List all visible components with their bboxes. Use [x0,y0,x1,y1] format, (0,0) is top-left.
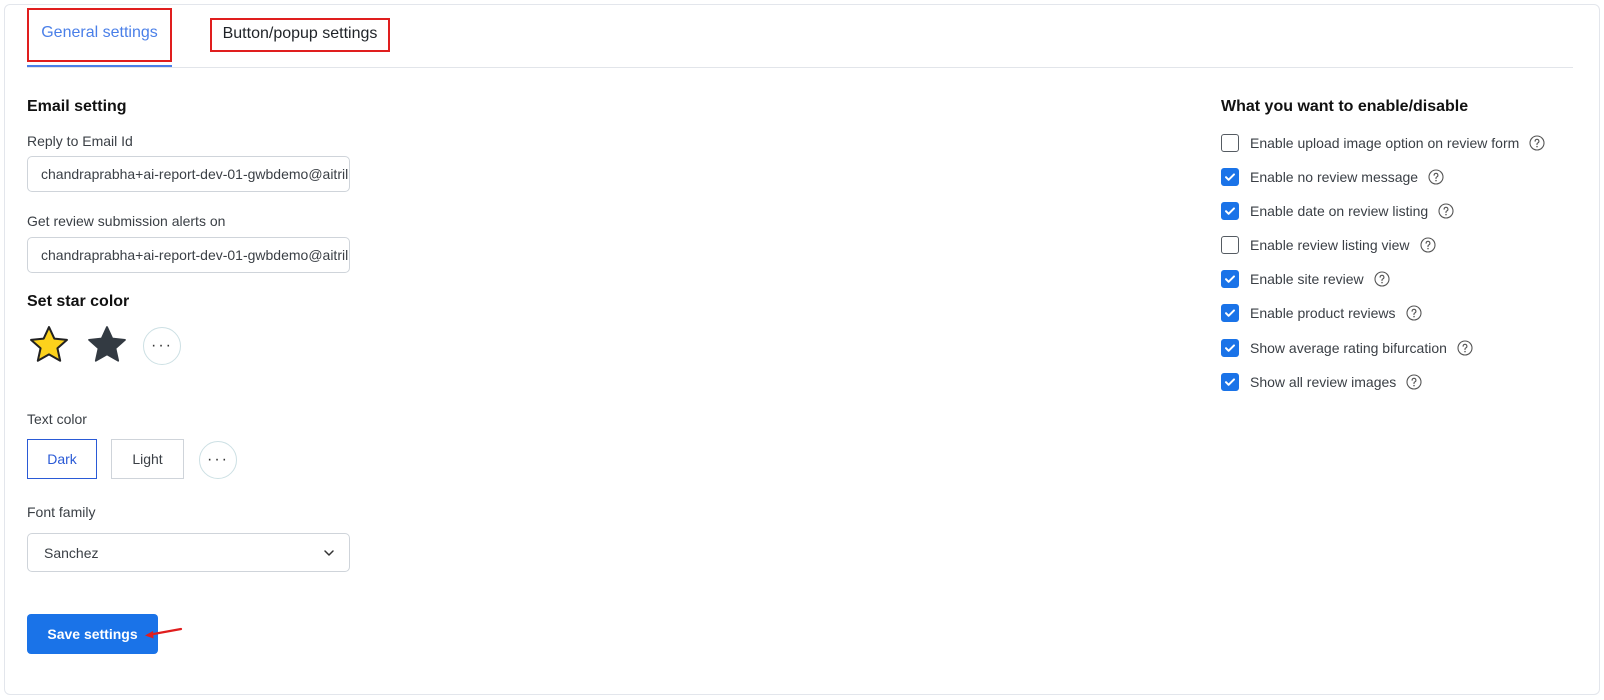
option-label: Enable no review message [1250,169,1419,185]
text-color-more-button[interactable]: ··· [199,441,237,479]
star-color-more-button[interactable]: ··· [143,327,181,365]
help-circle-icon[interactable] [1405,305,1422,321]
tab-general-settings-label: General settings [41,23,158,41]
option-row[interactable]: Enable product reviews [1221,303,1422,323]
option-label: Enable date on review listing [1250,203,1429,219]
checkbox-checked[interactable] [1221,168,1239,186]
tab-button-popup-settings-label: Button/popup settings [222,24,378,42]
checkmark-icon [1225,173,1235,181]
text-color-label: Text color [27,411,87,427]
reply-email-input[interactable]: chandraprabha+ai-report-dev-01-gwbdemo@a… [27,156,350,192]
font-family-label: Font family [27,504,96,520]
option-label: Enable site review [1250,271,1364,287]
enable-disable-title: What you want to enable/disable [1221,98,1469,115]
option-label: Enable review listing view [1250,237,1410,253]
option-label: Show all review images [1250,374,1397,390]
text-color-dark-label: Dark [47,451,77,467]
option-row[interactable]: Show all review images [1221,372,1422,392]
option-row[interactable]: Enable no review message [1221,167,1444,187]
help-circle-icon[interactable] [1406,374,1422,390]
tab-general-settings[interactable]: General settings [27,0,172,67]
chevron-down-icon [324,550,334,556]
option-row[interactable]: Enable review listing view [1221,235,1436,255]
more-dots-icon: ··· [207,451,229,468]
option-label: Enable product reviews [1250,305,1396,321]
alerts-email-input[interactable]: chandraprabha+ai-report-dev-01-gwbdemo@a… [27,237,350,273]
more-dots-icon: ··· [151,337,173,354]
reply-email-label: Reply to Email Id [27,133,133,149]
checkbox-unchecked[interactable] [1221,236,1239,254]
checkbox-checked[interactable] [1221,373,1239,391]
checkmark-icon [1225,378,1235,386]
reply-email-value: chandraprabha+ai-report-dev-01-gwbdemo@a… [41,166,350,182]
help-circle-icon[interactable] [1419,237,1436,253]
option-label: Show average rating bifurcation [1250,340,1447,356]
checkbox-checked[interactable] [1221,270,1239,288]
help-circle-icon[interactable] [1428,169,1444,185]
alerts-email-value: chandraprabha+ai-report-dev-01-gwbdemo@a… [41,247,350,263]
help-circle-icon[interactable] [1374,271,1390,287]
text-color-light-label: Light [132,451,163,467]
option-row[interactable]: Enable date on review listing [1221,201,1454,221]
text-color-dark-button[interactable]: Dark [27,439,97,479]
checkbox-checked[interactable] [1221,304,1239,322]
font-family-value: Sanchez [44,544,99,561]
alerts-email-label: Get review submission alerts on [27,213,226,229]
help-circle-icon[interactable] [1438,203,1454,219]
help-circle-icon[interactable] [1457,340,1473,356]
font-family-select[interactable]: Sanchez [27,533,350,572]
checkbox-checked[interactable] [1221,202,1239,220]
option-label: Enable upload image option on review for… [1250,135,1520,151]
annotation-arrow-icon [145,627,183,639]
star-color-title: Set star color [27,293,130,310]
help-circle-icon[interactable] [1529,135,1545,151]
tab-bar: General settings Button/popup settings [27,0,1573,68]
star-filled-icon[interactable] [85,323,129,367]
checkmark-icon [1225,344,1235,352]
checkmark-icon [1225,309,1235,317]
email-setting-title: Email setting [27,98,127,115]
option-row[interactable]: Enable site review [1221,269,1390,289]
checkmark-icon [1225,275,1235,283]
save-settings-button[interactable]: Save settings [27,614,158,654]
text-color-light-button[interactable]: Light [111,439,184,479]
star-outline-icon[interactable] [27,323,71,367]
checkmark-icon [1225,207,1235,215]
checkbox-unchecked[interactable] [1221,134,1239,152]
option-row[interactable]: Enable upload image option on review for… [1221,133,1545,153]
option-row[interactable]: Show average rating bifurcation [1221,338,1473,358]
tab-button-popup-settings[interactable]: Button/popup settings [210,0,390,67]
checkbox-checked[interactable] [1221,339,1239,357]
